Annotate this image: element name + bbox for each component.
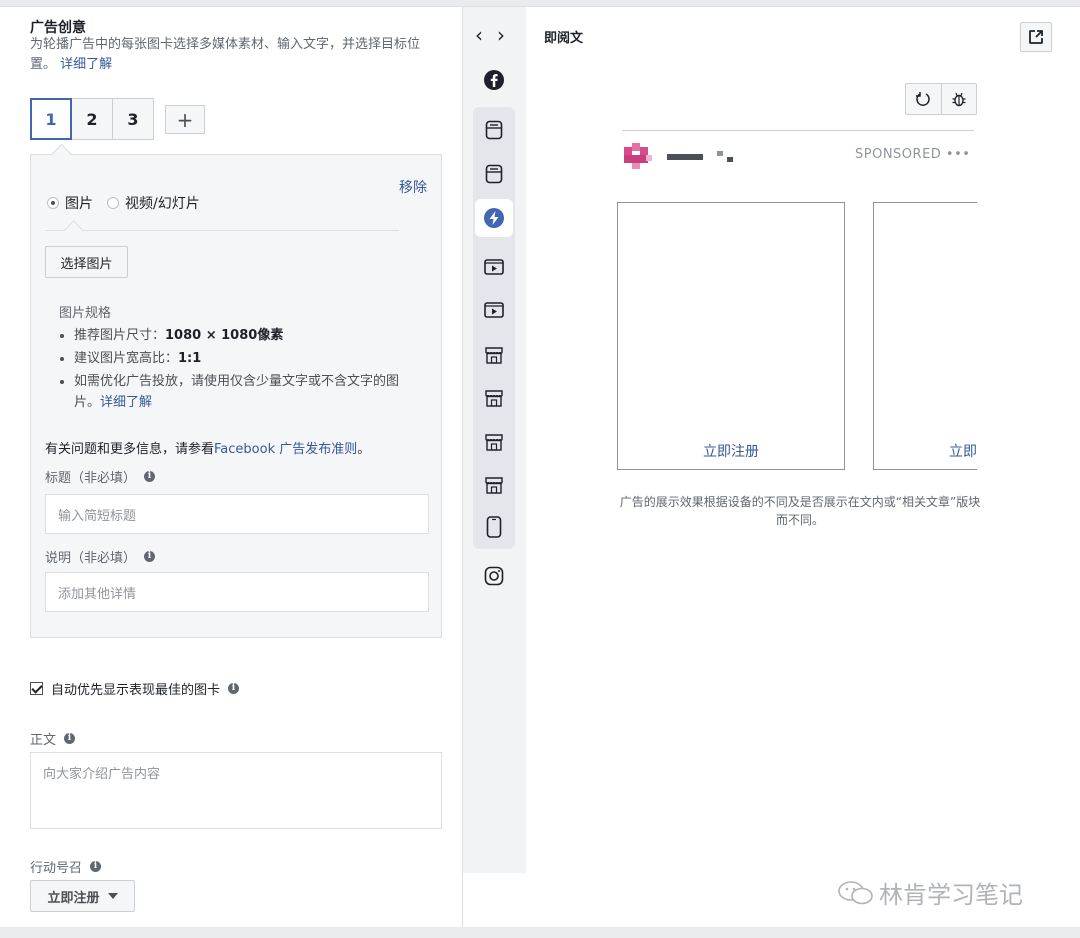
learn-more-link[interactable]: 详细了解 [60,57,112,72]
radio-video[interactable] [107,197,119,209]
wechat-icon [838,880,873,904]
carousel-card-1[interactable]: 立即注册 [617,202,845,470]
chevron-left-icon[interactable]: ‹ [475,23,483,47]
bug-icon[interactable] [940,84,977,114]
info-icon[interactable]: i [90,861,102,872]
ad-policy-link[interactable]: Facebook 广告发布准则 [214,442,357,457]
preview-placement-title: 即阅文 [544,31,584,46]
description-label: 说明（非必填） i [45,547,156,566]
policy-text: 有关问题和更多信息，请参看Facebook 广告发布准则。 [45,442,371,457]
advertiser-name-fragment [717,151,723,156]
feed-icon[interactable] [479,115,509,145]
placement-bar: ‹ › [463,7,526,873]
card-cta-link[interactable]: 立即 [874,441,977,461]
radio-image-label: 图片 [65,196,93,212]
info-icon[interactable]: i [144,551,156,562]
media-type-options: 图片 视频/幻灯片 [47,193,214,213]
marketplace-icon[interactable] [479,427,509,457]
refresh-icon[interactable] [906,84,941,114]
headline-label: 标题（非必填） i [45,467,156,486]
info-icon[interactable]: i [144,471,156,482]
headline-input[interactable]: 输入简短标题 [45,494,429,534]
card-tab-3[interactable]: 3 [112,98,154,140]
ad-top-divider [622,130,974,131]
spec-title: 图片规格 [59,306,112,321]
mobile-icon[interactable] [479,512,509,542]
select-image-button[interactable]: 选择图片 [45,246,128,278]
info-icon[interactable]: i [64,733,76,744]
preview-note: 广告的展示效果根据设备的不同及是否展示在文内或“相关文章”版块而不同。 [619,495,981,527]
watermark-text: 林肯学习笔记 [879,881,1023,909]
info-icon[interactable]: i [228,683,240,694]
advertiser-name [667,154,703,160]
cta-dropdown[interactable]: 立即注册 [30,880,135,912]
cta-label: 行动号召 i [30,857,102,876]
card-tabs: 1 2 3 + [30,98,205,142]
chevron-down-icon [107,893,118,899]
card-tab-2[interactable]: 2 [71,98,113,140]
feed-icon[interactable] [479,159,509,189]
radio-video-label: 视频/幻灯片 [125,196,200,212]
watermark: 林肯学习笔记 [837,875,1023,910]
instagram-icon[interactable] [479,561,509,591]
spec-size: 推荐图片尺寸：1080 × 1080像素 [74,325,419,346]
spec-text-tip: 如需优化广告投放，请使用仅含少量文字或不含文字的图片。详细了解 [74,371,419,413]
chevron-right-icon[interactable]: › [497,23,505,47]
video-icon[interactable] [479,252,509,282]
auto-optimize-option[interactable]: 自动优先显示表现最佳的图卡 i [30,679,240,698]
ad-creative-panel: 广告创意 为轮播广告中的每张图卡选择多媒体素材、输入文字，并选择目标位置。 详细… [0,7,463,927]
image-specs: 图片规格 推荐图片尺寸：1080 × 1080像素 建议图片宽高比：1:1 如需… [59,302,419,415]
facebook-icon[interactable] [479,65,509,95]
marketplace-icon[interactable] [479,383,509,413]
marketplace-icon[interactable] [479,470,509,500]
external-link-icon [1029,30,1043,44]
option-caret [64,220,83,239]
spec-learn-more-link[interactable]: 详细了解 [100,395,152,410]
preview-tools [905,83,977,115]
card-caret [50,143,73,166]
add-card-button[interactable]: + [165,105,205,134]
spec-ratio: 建议图片宽高比：1:1 [74,348,419,369]
advertiser-avatar [624,143,654,171]
open-preview-button[interactable] [1020,22,1052,52]
card-cta-link[interactable]: 立即注册 [618,441,844,461]
card-tab-1[interactable]: 1 [30,98,72,140]
card-editor: 移除 图片 视频/幻灯片 选择图片 图片规格 推荐图片尺寸：1080 × 108… [30,143,442,638]
advertiser-name-fragment [727,157,733,162]
ad-preview: 即阅文 SPONSORED ••• 立即注册 立即 广告的展示效果根据设备的不同… [527,7,1080,927]
description-input[interactable]: 添加其他详情 [45,572,429,612]
radio-image[interactable] [47,197,59,209]
body-text-input[interactable]: 向大家介绍广告内容 [30,752,442,829]
section-title: 广告创意 [30,20,86,36]
sponsored-label: SPONSORED ••• [855,147,971,162]
cta-dropdown-value: 立即注册 [47,890,100,906]
video-icon[interactable] [479,295,509,325]
remove-card-link[interactable]: 移除 [399,177,427,197]
divider [45,230,399,231]
code-toggle[interactable]: ‹ › [475,23,505,47]
ad-editor-frame: 广告创意 为轮播广告中的每张图卡选择多媒体素材、输入文字，并选择目标位置。 详细… [0,6,1080,927]
section-description: 为轮播广告中的每张图卡选择多媒体素材、输入文字，并选择目标位置。 详细了解 [30,35,440,75]
marketplace-icon[interactable] [479,340,509,370]
instant-article-icon[interactable] [475,199,513,237]
carousel-card-2[interactable]: 立即 [873,202,977,470]
body-text-label: 正文 i [30,729,76,748]
auto-optimize-checkbox[interactable] [30,682,43,695]
auto-optimize-label: 自动优先显示表现最佳的图卡 [51,683,221,698]
